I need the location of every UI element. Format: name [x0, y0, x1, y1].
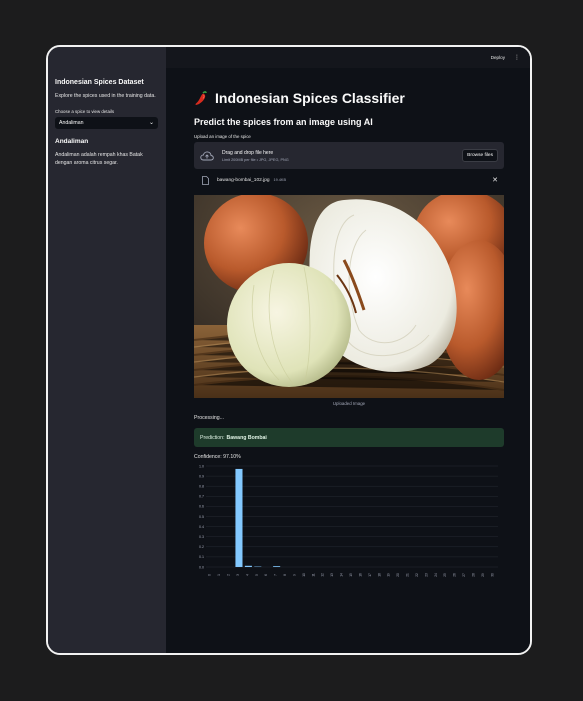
spice-select-label: Choose a spice to view details: [55, 109, 115, 114]
dropzone-title: Drag and drop file here: [222, 149, 274, 156]
spice-description: Andaliman adalah rempah khas Batak denga…: [55, 152, 143, 166]
x-tick-label: 13: [330, 573, 334, 577]
file-size: 19.4KB: [273, 178, 287, 182]
chart-bar: [244, 565, 252, 567]
browse-files-button[interactable]: Browse files: [462, 149, 498, 162]
x-tick-label: 24: [434, 573, 438, 577]
x-tick-label: 5: [255, 574, 259, 576]
x-tick-label: 1: [217, 574, 221, 576]
x-tick-label: 6: [264, 574, 268, 576]
close-icon[interactable]: ✕: [492, 176, 498, 184]
image-caption: Uploaded Image: [332, 401, 366, 406]
top-bar: Deploy ⋮: [166, 47, 530, 68]
chevron-down-icon: ⌄: [148, 120, 154, 126]
y-tick-label: 0.7: [199, 495, 204, 499]
x-tick-label: 27: [462, 573, 466, 577]
x-tick-label: 23: [424, 573, 428, 577]
page-subtitle: Predict the spices from an image using A…: [194, 117, 373, 127]
cloud-upload-icon: [200, 150, 214, 160]
x-tick-label: 18: [377, 573, 381, 577]
x-tick-label: 16: [358, 573, 362, 577]
file-name: bawang-bombai_102.jpg: [217, 177, 270, 183]
chili-pepper-icon: [195, 91, 207, 105]
y-tick-label: 0.9: [199, 474, 204, 478]
x-tick-label: 28: [471, 573, 475, 577]
uploaded-image: [194, 195, 504, 398]
y-tick-label: 1.0: [199, 464, 204, 468]
chart-bar: [235, 468, 243, 567]
x-tick-label: 12: [321, 573, 325, 577]
deploy-button[interactable]: Deploy: [491, 55, 505, 60]
y-tick-label: 0.4: [199, 525, 204, 529]
y-tick-label: 0.5: [199, 515, 204, 519]
y-tick-label: 0.0: [199, 565, 204, 569]
dropzone-limits: Limit 200MB per file • JPG, JPEG, PNG: [222, 157, 289, 162]
main-menu-icon[interactable]: ⋮: [514, 54, 520, 61]
sidebar-title: Indonesian Spices Dataset: [55, 79, 144, 86]
x-tick-label: 25: [443, 573, 447, 577]
prediction-prefix: Prediction:: [200, 434, 225, 441]
x-tick-label: 2: [227, 574, 231, 576]
y-tick-label: 0.2: [199, 545, 204, 549]
y-tick-label: 0.1: [199, 555, 204, 559]
x-tick-label: 17: [368, 573, 372, 577]
x-tick-label: 22: [415, 573, 419, 577]
x-tick-label: 21: [406, 573, 410, 577]
x-tick-label: 19: [387, 573, 391, 577]
x-tick-label: 7: [274, 574, 278, 576]
file-icon: [202, 175, 209, 185]
spice-name: Andaliman: [55, 138, 89, 145]
device-frame: Indonesian Spices Dataset Explore the sp…: [46, 45, 532, 655]
prediction-value: Bawang Bombai: [226, 434, 267, 441]
sidebar: Indonesian Spices Dataset Explore the sp…: [48, 47, 166, 653]
x-tick-label: 30: [490, 573, 494, 577]
x-tick-label: 9: [292, 574, 296, 576]
confidence-text: Confidence: 97.10%: [194, 454, 241, 460]
y-tick-label: 0.3: [199, 535, 204, 539]
x-tick-label: 3: [236, 574, 240, 576]
chart-bar: [273, 566, 281, 567]
probability-chart: 0.00.10.20.30.40.50.60.70.80.91.00 1 2 3 4 5 6…: [194, 463, 504, 587]
file-dropzone[interactable]: Drag and drop file here Limit 200MB per …: [194, 142, 504, 169]
x-tick-label: 8: [283, 574, 287, 576]
spice-select-value: Andaliman: [59, 120, 84, 126]
uploaded-file-row: bawang-bombai_102.jpg 19.4KB ✕: [194, 169, 504, 191]
main-area: Deploy ⋮ Indonesian Spices Classifier Pr…: [166, 47, 530, 653]
x-tick-label: 4: [245, 574, 249, 576]
x-tick-label: 26: [453, 573, 457, 577]
x-tick-label: 0: [208, 574, 212, 576]
x-tick-label: 20: [396, 573, 400, 577]
processing-status: Processing...: [194, 415, 224, 421]
x-tick-label: 11: [311, 573, 315, 577]
content: Indonesian Spices Classifier Predict the…: [194, 90, 504, 587]
prediction-banner: Prediction: Bawang Bombai: [194, 428, 504, 447]
dropzone-text: Drag and drop file here Limit 200MB per …: [222, 150, 289, 162]
x-tick-label: 14: [340, 573, 344, 577]
page-title: Indonesian Spices Classifier: [194, 90, 504, 106]
sidebar-description: Explore the spices used in the training …: [55, 93, 156, 99]
x-tick-label: 10: [302, 573, 306, 577]
page-title-text: Indonesian Spices Classifier: [215, 90, 405, 106]
x-tick-label: 15: [349, 573, 353, 577]
y-tick-label: 0.6: [199, 505, 204, 509]
spice-select[interactable]: Andaliman ⌄: [55, 117, 158, 129]
upload-label: Upload an image of the spice: [194, 134, 251, 139]
x-tick-label: 29: [481, 573, 485, 577]
y-tick-label: 0.8: [199, 485, 204, 489]
